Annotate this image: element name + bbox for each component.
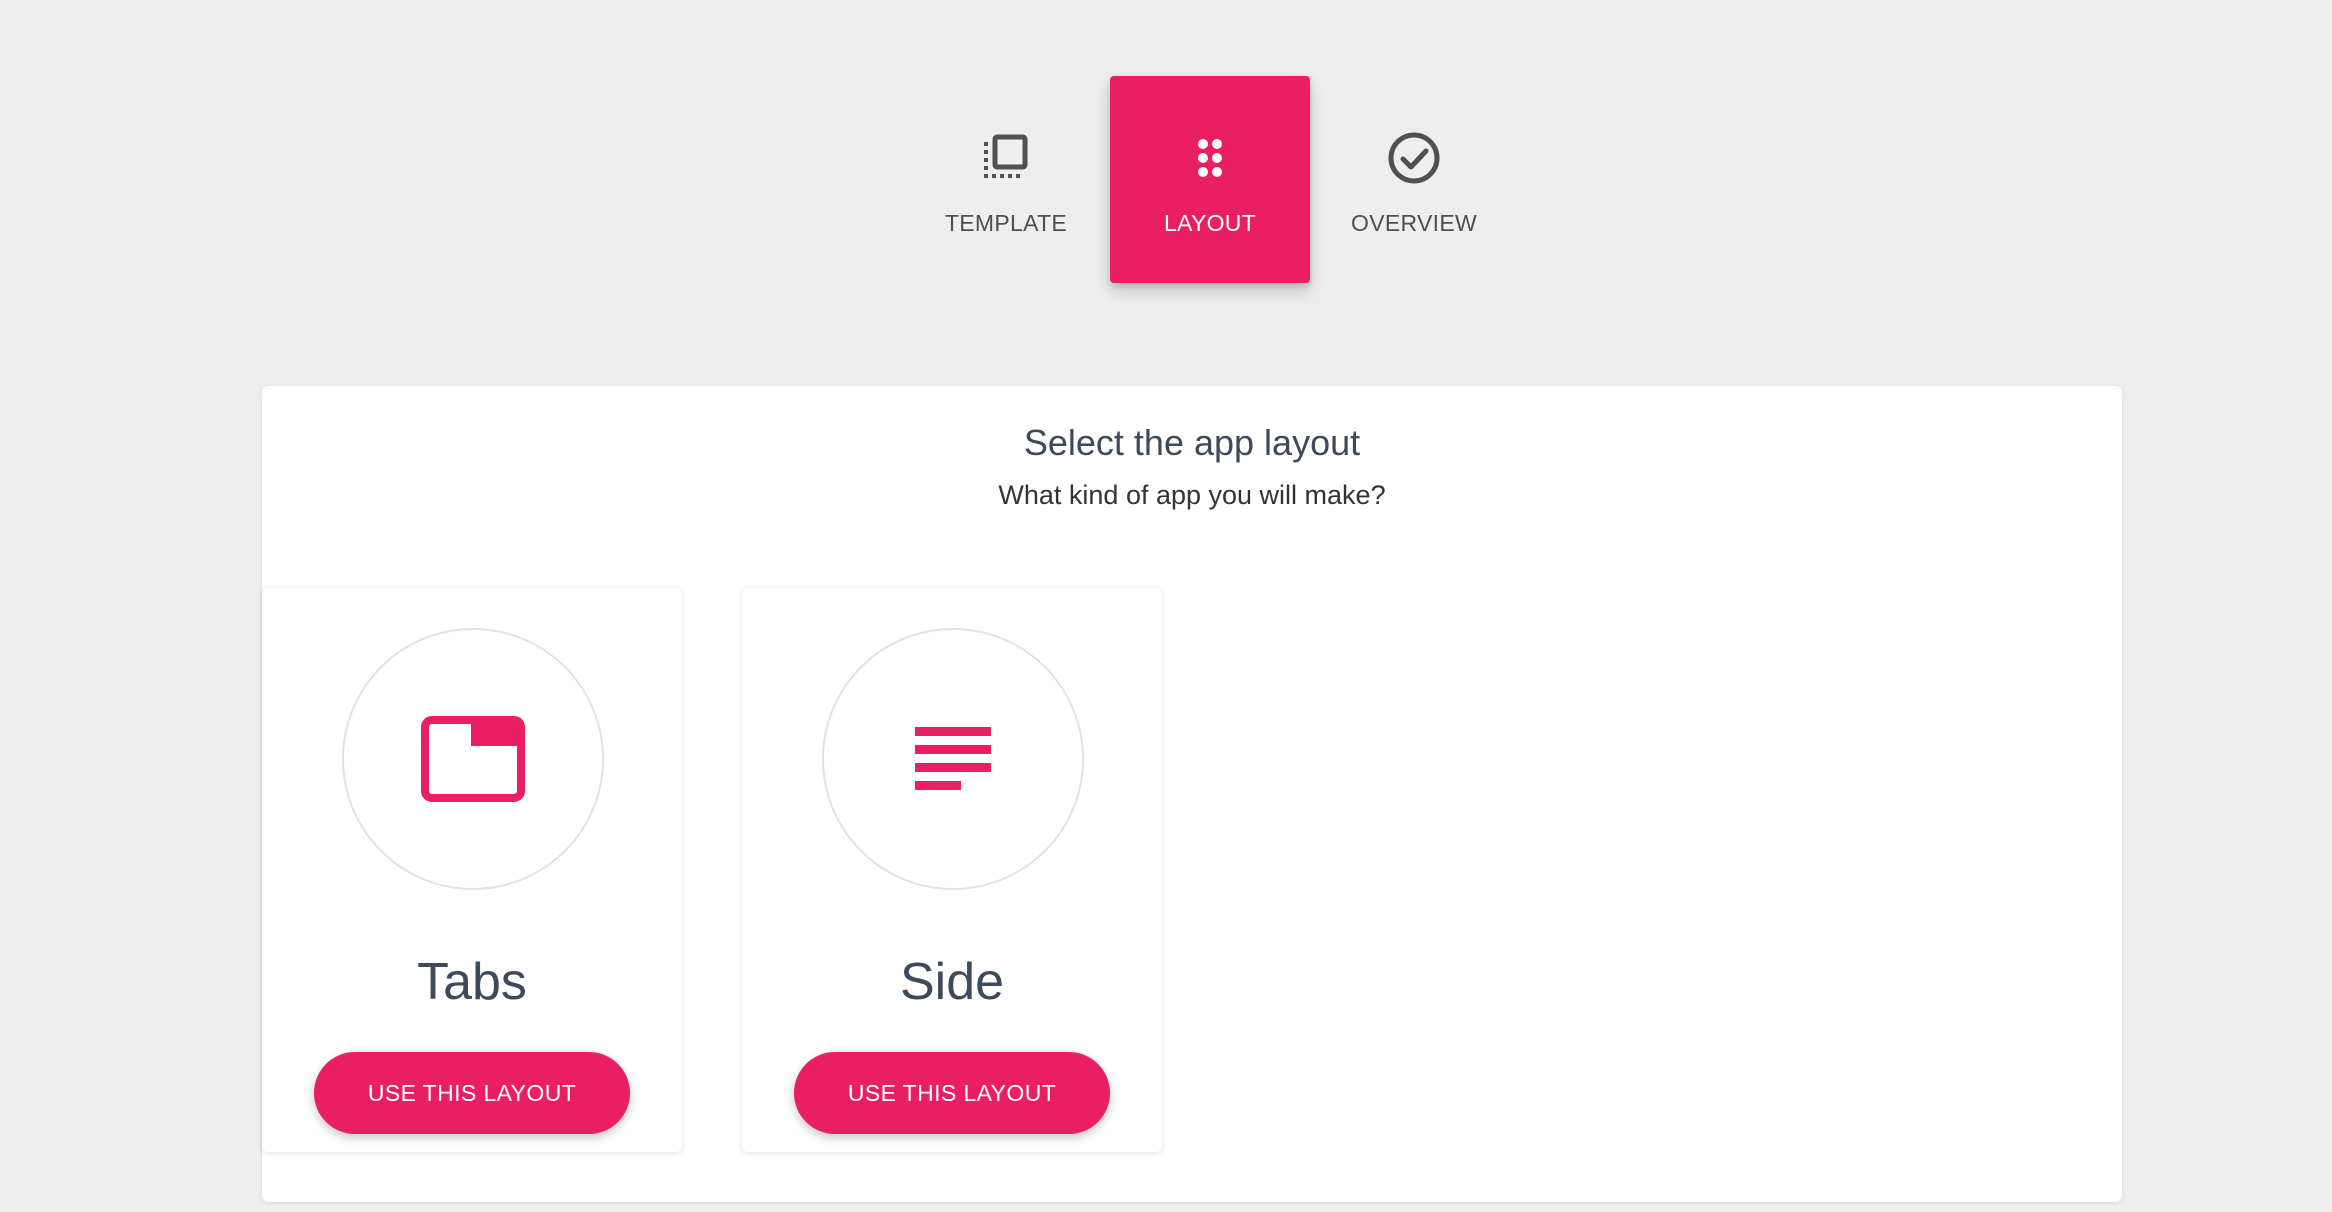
panel-title: Select the app layout	[1023, 422, 1361, 463]
drag-dots-icon	[1180, 128, 1240, 188]
layout-card-tabs: Tabs USE THIS LAYOUT	[262, 588, 682, 1152]
use-side-layout-button[interactable]: USE THIS LAYOUT	[794, 1052, 1110, 1134]
side-menu-icon	[915, 727, 991, 790]
check-circle-icon	[1384, 128, 1444, 188]
panel-subtitle: What kind of app you will make?	[998, 480, 1386, 510]
step-label: LAYOUT	[1163, 210, 1257, 236]
step-label: TEMPLATE	[944, 210, 1068, 236]
layout-icon-circle	[342, 628, 604, 890]
layout-icon-circle	[822, 628, 1084, 890]
step-label: OVERVIEW	[1351, 210, 1477, 236]
stepper: TEMPLATE LAYOUT OVERVIEW	[904, 76, 1516, 283]
tab-icon	[421, 716, 525, 802]
step-layout[interactable]: LAYOUT	[1110, 76, 1310, 283]
template-icon	[976, 128, 1036, 188]
step-template[interactable]: TEMPLATE	[904, 76, 1108, 283]
layout-selection-panel: Select the app layout What kind of app y…	[262, 386, 2122, 1202]
layout-name: Tabs	[417, 953, 527, 1011]
layout-card-side: Side USE THIS LAYOUT	[742, 588, 1162, 1152]
layout-name: Side	[899, 953, 1005, 1011]
step-overview[interactable]: OVERVIEW	[1312, 76, 1516, 283]
use-tabs-layout-button[interactable]: USE THIS LAYOUT	[314, 1052, 630, 1134]
